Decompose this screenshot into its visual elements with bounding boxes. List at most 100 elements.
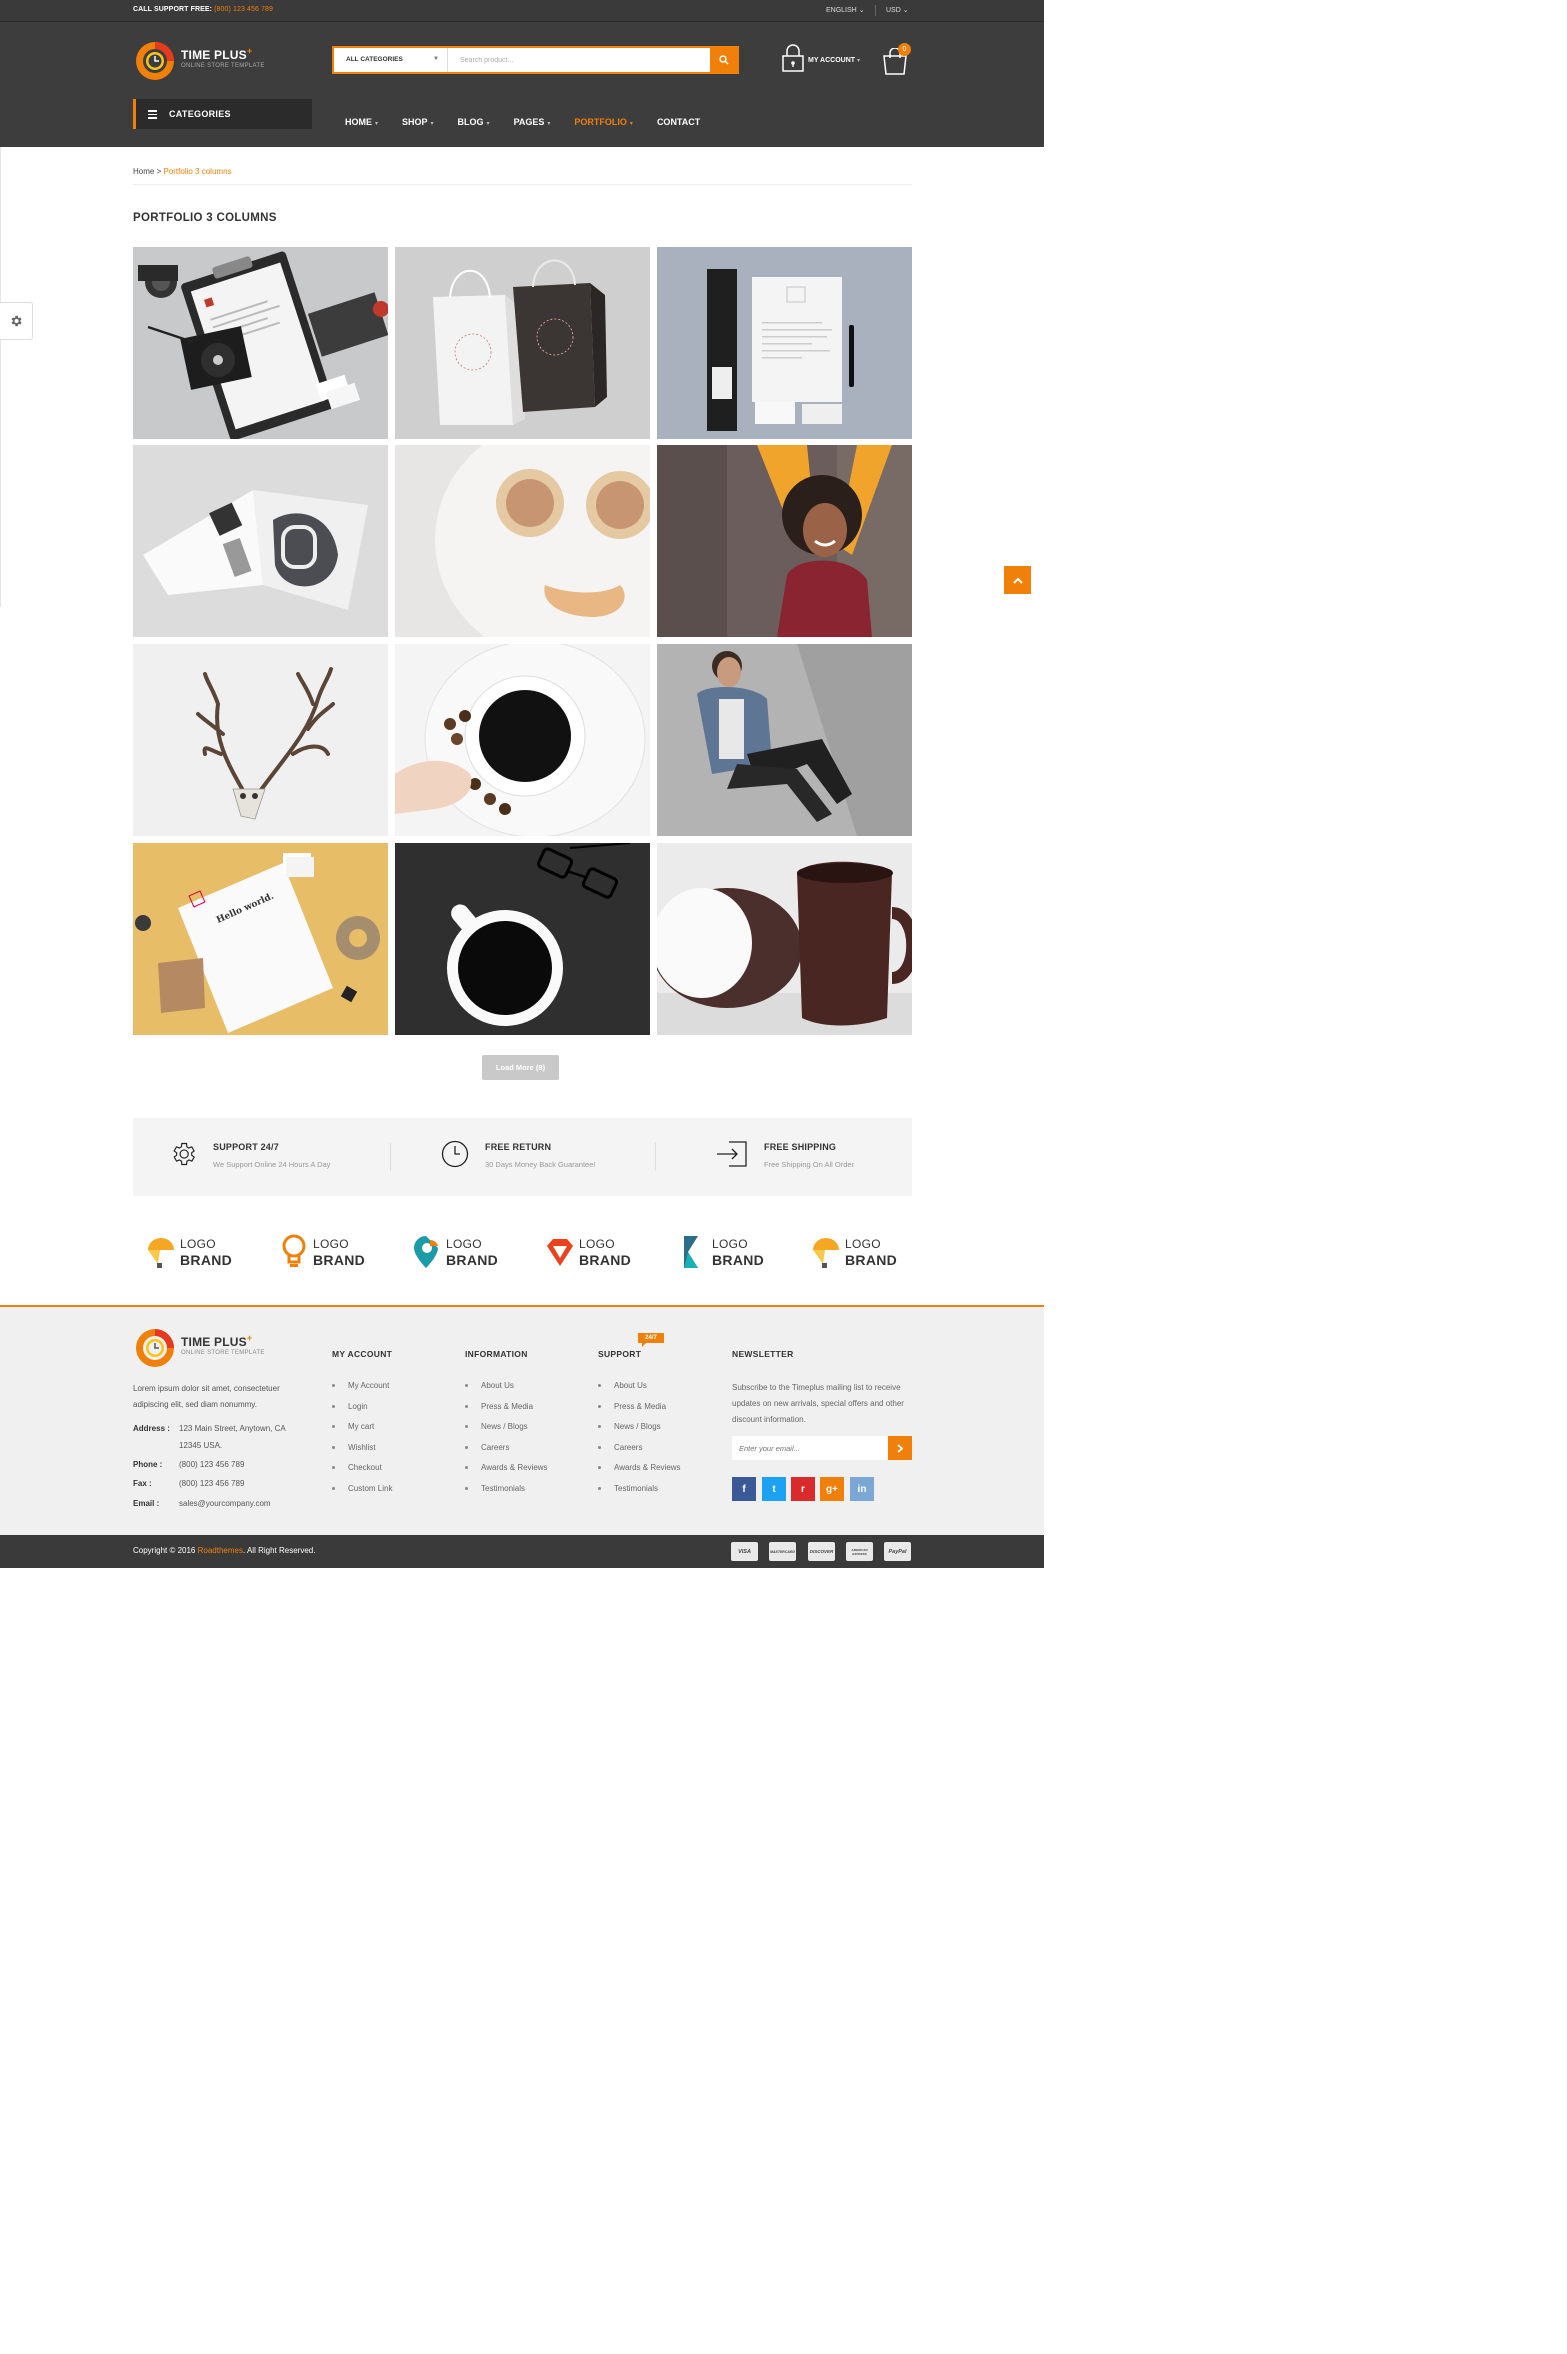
divider: [133, 184, 912, 185]
hamburger-icon: [148, 110, 157, 119]
portfolio-grid: Hello world.: [133, 247, 912, 1035]
search-bar: ALL CATEGORIES ▼: [332, 46, 739, 74]
footer-link[interactable]: Careers: [598, 1443, 681, 1464]
brand-line2: BRAND: [845, 1252, 898, 1268]
brand-logo[interactable]: LOGO BRAND: [678, 1228, 788, 1276]
footer-link[interactable]: Login: [332, 1402, 392, 1423]
load-more-button[interactable]: Load More (8): [482, 1055, 559, 1080]
portfolio-item-stationery[interactable]: [133, 247, 388, 439]
facebook-button[interactable]: f: [732, 1477, 756, 1501]
brand-logo[interactable]: LOGO BRAND: [279, 1228, 389, 1276]
brand-logo[interactable]: LOGO BRAND: [811, 1228, 921, 1276]
my-account-menu[interactable]: MY ACCOUNT ▾: [782, 44, 872, 74]
brand-line1: LOGO: [446, 1237, 482, 1251]
rss-button[interactable]: r: [791, 1477, 815, 1501]
breadcrumb-current: Portfolio 3 columns: [163, 167, 232, 176]
brown-mugs-image: [657, 843, 912, 1035]
currency-selector[interactable]: USD ⌄: [886, 6, 909, 14]
footer-link[interactable]: Testimonials: [598, 1484, 681, 1505]
logo-mark-icon: [136, 1329, 174, 1367]
nav-home[interactable]: HOME ▾: [345, 117, 378, 129]
search-icon: [718, 55, 728, 65]
portfolio-item-man[interactable]: [657, 644, 912, 836]
cart-button[interactable]: 0: [882, 43, 912, 75]
portfolio-item-mugs[interactable]: [657, 843, 912, 1035]
footer-about: Lorem ipsum dolor sit amet, consectetuer…: [133, 1384, 280, 1409]
site-logo[interactable]: TIME PLUS+ ONLINE STORE TEMPLATE: [133, 37, 283, 83]
black-coffee-glasses-image: [395, 843, 650, 1035]
address-line1: 123 Main Street, Anytown, CA: [179, 1424, 286, 1433]
language-selector[interactable]: ENGLISH ⌄: [826, 6, 865, 14]
copyright-brand-link[interactable]: Roadthemes: [198, 1546, 243, 1555]
logo-subtitle: ONLINE STORE TEMPLATE: [181, 63, 265, 69]
nav-blog[interactable]: BLOG ▾: [458, 117, 490, 129]
portfolio-item-hello-world[interactable]: Hello world.: [133, 843, 388, 1035]
email-value[interactable]: sales@yourcompany.com: [179, 1499, 271, 1508]
footer-phone: Phone : (800) 123 456 789: [133, 1460, 323, 1469]
portfolio-item-deer-skull[interactable]: [133, 644, 388, 836]
pancake-smiley-image: [395, 445, 650, 637]
footer-link[interactable]: Careers: [465, 1443, 548, 1464]
portfolio-item-letterhead[interactable]: [657, 247, 912, 439]
footer-link[interactable]: Wishlist: [332, 1443, 392, 1464]
portfolio-item-shopping-bags[interactable]: [395, 247, 650, 439]
service-title: FREE RETURN: [485, 1142, 552, 1152]
back-to-top-button[interactable]: [1004, 566, 1031, 594]
copyright-bar: Copyright © 2016 Roadthemes. All Right R…: [0, 1535, 1044, 1568]
footer-link[interactable]: Awards & Reviews: [598, 1463, 681, 1484]
twitter-button[interactable]: t: [762, 1477, 786, 1501]
footer-logo[interactable]: TIME PLUS+ ONLINE STORE TEMPLATE: [133, 1324, 283, 1370]
footer-link[interactable]: My Account: [332, 1381, 392, 1402]
caret-down-icon: ▼: [433, 56, 439, 62]
footer-link[interactable]: My cart: [332, 1422, 392, 1443]
breadcrumb-home[interactable]: Home: [133, 167, 154, 176]
footer-link[interactable]: News / Blogs: [465, 1422, 548, 1443]
nav-portfolio[interactable]: PORTFOLIO ▾: [574, 117, 633, 129]
footer-link[interactable]: Press & Media: [465, 1402, 548, 1423]
nav-shop[interactable]: SHOP ▾: [402, 117, 434, 129]
portfolio-item-magazine[interactable]: [133, 445, 388, 637]
footer-link[interactable]: About Us: [598, 1381, 681, 1402]
brand-logo[interactable]: LOGO BRAND: [412, 1228, 522, 1276]
brand-line2: BRAND: [446, 1252, 499, 1268]
hello-world-letter-image: Hello world.: [133, 843, 388, 1035]
footer-link[interactable]: Testimonials: [465, 1484, 548, 1505]
category-select[interactable]: ALL CATEGORIES ▼: [334, 48, 448, 72]
footer-link[interactable]: Custom Link: [332, 1484, 392, 1505]
email-label: Email :: [133, 1499, 160, 1508]
footer-link[interactable]: Checkout: [332, 1463, 392, 1484]
footer-link[interactable]: About Us: [465, 1381, 548, 1402]
categories-toggle[interactable]: CATEGORIES: [133, 99, 312, 129]
portfolio-item-black-coffee[interactable]: [395, 843, 650, 1035]
brand-logo[interactable]: LOGO BRAND: [146, 1228, 256, 1276]
chevron-down-icon: ⌄: [858, 7, 865, 14]
footer-link[interactable]: Press & Media: [598, 1402, 681, 1423]
settings-panel-toggle[interactable]: [0, 302, 33, 340]
copyright-text: Copyright © 2016 Roadthemes. All Right R…: [133, 1546, 315, 1555]
footer-email: Email : sales@yourcompany.com: [133, 1499, 323, 1508]
linkedin-button[interactable]: in: [850, 1477, 874, 1501]
my-account-label: MY ACCOUNT ▾: [808, 57, 861, 64]
service-desc: Free Shipping On All Order: [764, 1160, 855, 1169]
newsletter-email-input[interactable]: [732, 1436, 888, 1460]
portfolio-item-pancakes[interactable]: [395, 445, 650, 637]
footer-link[interactable]: Awards & Reviews: [465, 1463, 548, 1484]
googleplus-button[interactable]: g+: [820, 1477, 844, 1501]
support-phone-line: CALL SUPPORT FREE: (800) 123 456 789: [133, 6, 273, 13]
nav-contact[interactable]: CONTACT: [657, 117, 700, 129]
rss-icon: r: [801, 1483, 805, 1495]
newsletter-submit-button[interactable]: [888, 1436, 912, 1460]
portfolio-item-woman[interactable]: [657, 445, 912, 637]
nav-pages[interactable]: PAGES ▾: [514, 117, 551, 129]
breadcrumb-separator: >: [156, 167, 162, 176]
portfolio-item-coffee-beans[interactable]: [395, 644, 650, 836]
search-button[interactable]: [710, 48, 737, 72]
brand-line1: LOGO: [579, 1237, 615, 1251]
footer-link[interactable]: News / Blogs: [598, 1422, 681, 1443]
search-input[interactable]: [460, 52, 700, 68]
brand-logo[interactable]: LOGO BRAND: [545, 1228, 655, 1276]
logo-title: TIME PLUS+: [181, 46, 253, 62]
brand-line2: BRAND: [313, 1252, 366, 1268]
curly-hair-woman-image: [657, 445, 912, 637]
footer: TIME PLUS+ ONLINE STORE TEMPLATE Lorem i…: [0, 1305, 1044, 1535]
